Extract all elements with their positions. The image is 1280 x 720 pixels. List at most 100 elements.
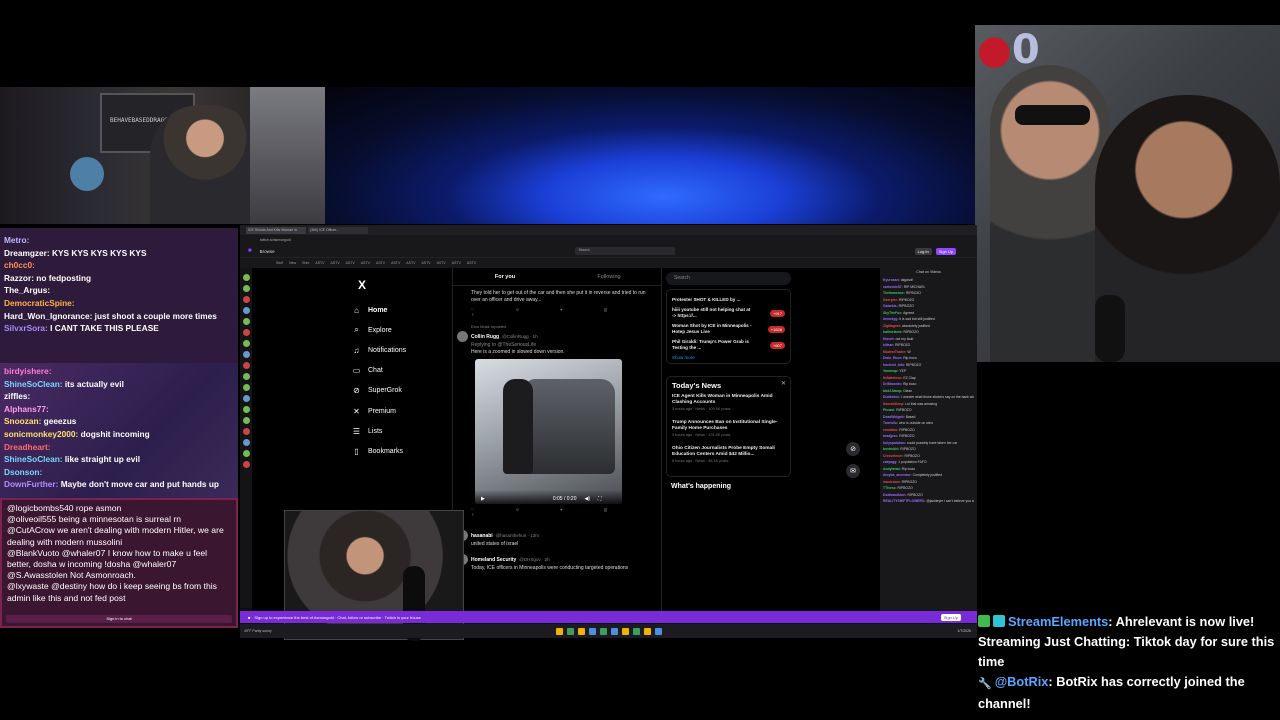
tweet-actions[interactable]: ♡ ⟲ ♥ ▥ ⇪ bbox=[453, 504, 661, 520]
chat-username[interactable]: emulator: bbox=[883, 428, 899, 432]
chat-username[interactable]: Snoozan: bbox=[4, 416, 44, 426]
chat-username[interactable]: @CutACrow bbox=[7, 525, 57, 535]
chat-username[interactable]: @BlankVuoto bbox=[7, 548, 62, 558]
chat-username[interactable]: Dsonson: bbox=[4, 467, 42, 477]
search-icon[interactable] bbox=[566, 627, 574, 635]
start-icon[interactable] bbox=[555, 627, 563, 635]
bookmark-item[interactable]: ASTV bbox=[421, 261, 430, 265]
channel-avatar[interactable] bbox=[242, 329, 250, 336]
channel-avatar[interactable] bbox=[242, 285, 250, 292]
chat-username[interactable]: DemocraticSpine: bbox=[4, 298, 75, 308]
chat-username[interactable]: @lxywaste bbox=[7, 581, 51, 591]
tab-following[interactable]: Following bbox=[557, 268, 661, 285]
chat-username[interactable]: Metro: bbox=[4, 235, 29, 245]
nav-item-lists[interactable]: ☰ Lists bbox=[352, 421, 447, 441]
event-username[interactable]: @BotRix bbox=[995, 674, 1049, 689]
channel-avatar[interactable] bbox=[242, 373, 250, 380]
nav-item-notifications[interactable]: ♫ Notifications bbox=[352, 340, 447, 360]
tweet-author[interactable]: Collin Rugg bbox=[471, 334, 499, 340]
channel-avatar[interactable] bbox=[242, 351, 250, 358]
chat-username[interactable]: Drillboonts: bbox=[883, 382, 903, 386]
chat-username[interactable]: ziffles: bbox=[4, 391, 30, 401]
chat-username[interactable]: Andyhinat: bbox=[883, 467, 902, 471]
chat-username[interactable]: Kyurosan: bbox=[883, 278, 901, 282]
app-icon[interactable] bbox=[621, 627, 629, 635]
news-item[interactable]: ICE Agent Kills Woman in Minneapolis Ami… bbox=[672, 394, 785, 412]
chat-username[interactable]: ch0cc0: bbox=[4, 260, 35, 270]
channel-avatar[interactable] bbox=[242, 450, 250, 457]
trend-item[interactable]: Protester SHOT & KILLED by ... bbox=[672, 297, 785, 303]
tweet-author[interactable]: Homeland Security bbox=[471, 557, 516, 563]
bookmark-item[interactable]: ASTV bbox=[376, 261, 385, 265]
chat-username[interactable]: Hunch: bbox=[883, 337, 896, 341]
chat-username[interactable]: bsvtrukhi: bbox=[883, 447, 900, 451]
chat-username[interactable]: REALITYSHIFTFLOWERS: bbox=[883, 499, 926, 503]
chat-username[interactable]: carlosnic57: bbox=[883, 285, 904, 289]
chat-username[interactable]: Razzor: bbox=[4, 273, 36, 283]
tweet-video[interactable]: ▶ 0:05 / 0:20 ◀) ⛶ bbox=[475, 359, 622, 504]
channel-avatar[interactable] bbox=[242, 439, 250, 446]
trend-item[interactable]: hiiii youtube still not helping chat at … bbox=[672, 307, 785, 319]
bookmark-item[interactable]: ASTV bbox=[346, 261, 355, 265]
tweet-actions[interactable]: ♡ ⟲ ♥ ▥ ⇪ bbox=[453, 304, 661, 320]
tweet-author[interactable]: hasanabi bbox=[471, 533, 493, 539]
trend-item[interactable]: Phil Giraldi: Trump's Power Grab is Test… bbox=[672, 339, 785, 351]
nav-item-explore[interactable]: ⌕ Explore bbox=[352, 320, 447, 340]
bookmark-item[interactable]: New bbox=[289, 261, 296, 265]
event-username[interactable]: StreamElements bbox=[1008, 614, 1108, 629]
bookmark-item[interactable]: ASTV bbox=[331, 261, 340, 265]
chat-username[interactable]: deronlyg: bbox=[883, 317, 899, 321]
chat-username[interactable]: Dwin_Ruce: bbox=[883, 356, 903, 360]
nav-item-bookmarks[interactable]: ▯ Bookmarks bbox=[352, 441, 447, 461]
chat-username[interactable]: @S.Awasstolen bbox=[7, 570, 70, 580]
channel-avatar[interactable] bbox=[242, 340, 250, 347]
chat-username[interactable]: zzayagg: bbox=[883, 460, 898, 464]
chat-username[interactable]: huiyspolahan: bbox=[883, 441, 907, 445]
channel-avatar[interactable] bbox=[242, 395, 250, 402]
sign-in-to-chat-button[interactable]: Sign in to chat bbox=[6, 615, 232, 623]
chat-username[interactable]: @logicbombs540 bbox=[7, 503, 76, 513]
browse-link[interactable]: Browse bbox=[260, 249, 275, 254]
chat-username[interactable]: ShineSoClean: bbox=[4, 454, 65, 464]
chat-username[interactable]: dezyba_ancestor: bbox=[883, 473, 913, 477]
chat-username[interactable]: @oliveoil555 bbox=[7, 514, 59, 524]
address-bar[interactable]: twitch.tv/asmongold bbox=[240, 235, 977, 245]
chat-username[interactable]: DeadWidgett: bbox=[883, 415, 906, 419]
nav-item-home[interactable]: ⌂ Home bbox=[352, 300, 447, 320]
chat-username[interactable]: SilvxrSora: bbox=[4, 323, 50, 333]
explorer-icon[interactable] bbox=[588, 627, 596, 635]
channel-avatar[interactable] bbox=[242, 318, 250, 325]
weather-widget[interactable]: 49°F Partly sunny bbox=[244, 629, 272, 633]
chat-username[interactable]: hallmelanie: bbox=[883, 330, 904, 334]
nav-item-supergrok[interactable]: ⊘ SuperGrok bbox=[352, 381, 447, 401]
chat-username[interactable]: Dreadheart: bbox=[4, 442, 51, 452]
bookmark-item[interactable]: ASTV bbox=[361, 261, 370, 265]
channel-avatar[interactable] bbox=[242, 428, 250, 435]
chat-username[interactable]: ZigMagnet: bbox=[883, 324, 902, 328]
taskbar-clock[interactable]: 1/7/2026 bbox=[957, 629, 971, 633]
trend-item[interactable]: Woman Shot by ICE in Minneapolis - Hotep… bbox=[672, 323, 785, 335]
chat-username[interactable]: Vamrnap: bbox=[883, 369, 899, 373]
chat-username[interactable]: Phnasi: bbox=[883, 408, 896, 412]
app-icon[interactable] bbox=[654, 627, 662, 635]
browser-tab[interactable]: ICE Shoots And Kills Woman in bbox=[246, 226, 306, 234]
bookmark-item[interactable]: Stuff bbox=[276, 261, 283, 265]
chat-username[interactable]: birdyishere: bbox=[4, 366, 52, 376]
chat-username[interactable]: NoorahDeep: bbox=[883, 402, 905, 406]
twitch-search-input[interactable]: Search bbox=[574, 247, 675, 255]
chat-username[interactable]: DealhandIdon: bbox=[883, 493, 908, 497]
app-icon[interactable] bbox=[643, 627, 651, 635]
chat-username[interactable]: Hard_Won_Ignorance: bbox=[4, 311, 95, 321]
browser-tab[interactable]: (360) ICE Officer... bbox=[308, 226, 368, 234]
chat-username[interactable]: bradjpxx: bbox=[883, 434, 899, 438]
messages-icon[interactable]: ✉ bbox=[846, 464, 860, 478]
chat-username[interactable]: DownFurther: bbox=[4, 479, 61, 489]
x-search-input[interactable]: Search bbox=[666, 272, 791, 285]
task-view-icon[interactable] bbox=[577, 627, 585, 635]
bookmark-item[interactable]: ASTV bbox=[406, 261, 415, 265]
chat-username[interactable]: TTIvesz: bbox=[883, 486, 898, 490]
chat-username[interactable]: Tnarwilo: bbox=[883, 421, 899, 425]
chat-username[interactable]: hochenl_bibi: bbox=[883, 363, 906, 367]
chat-username[interactable]: ModestTrader: bbox=[883, 350, 907, 354]
chat-username[interactable]: ShineSoClean: bbox=[4, 379, 65, 389]
